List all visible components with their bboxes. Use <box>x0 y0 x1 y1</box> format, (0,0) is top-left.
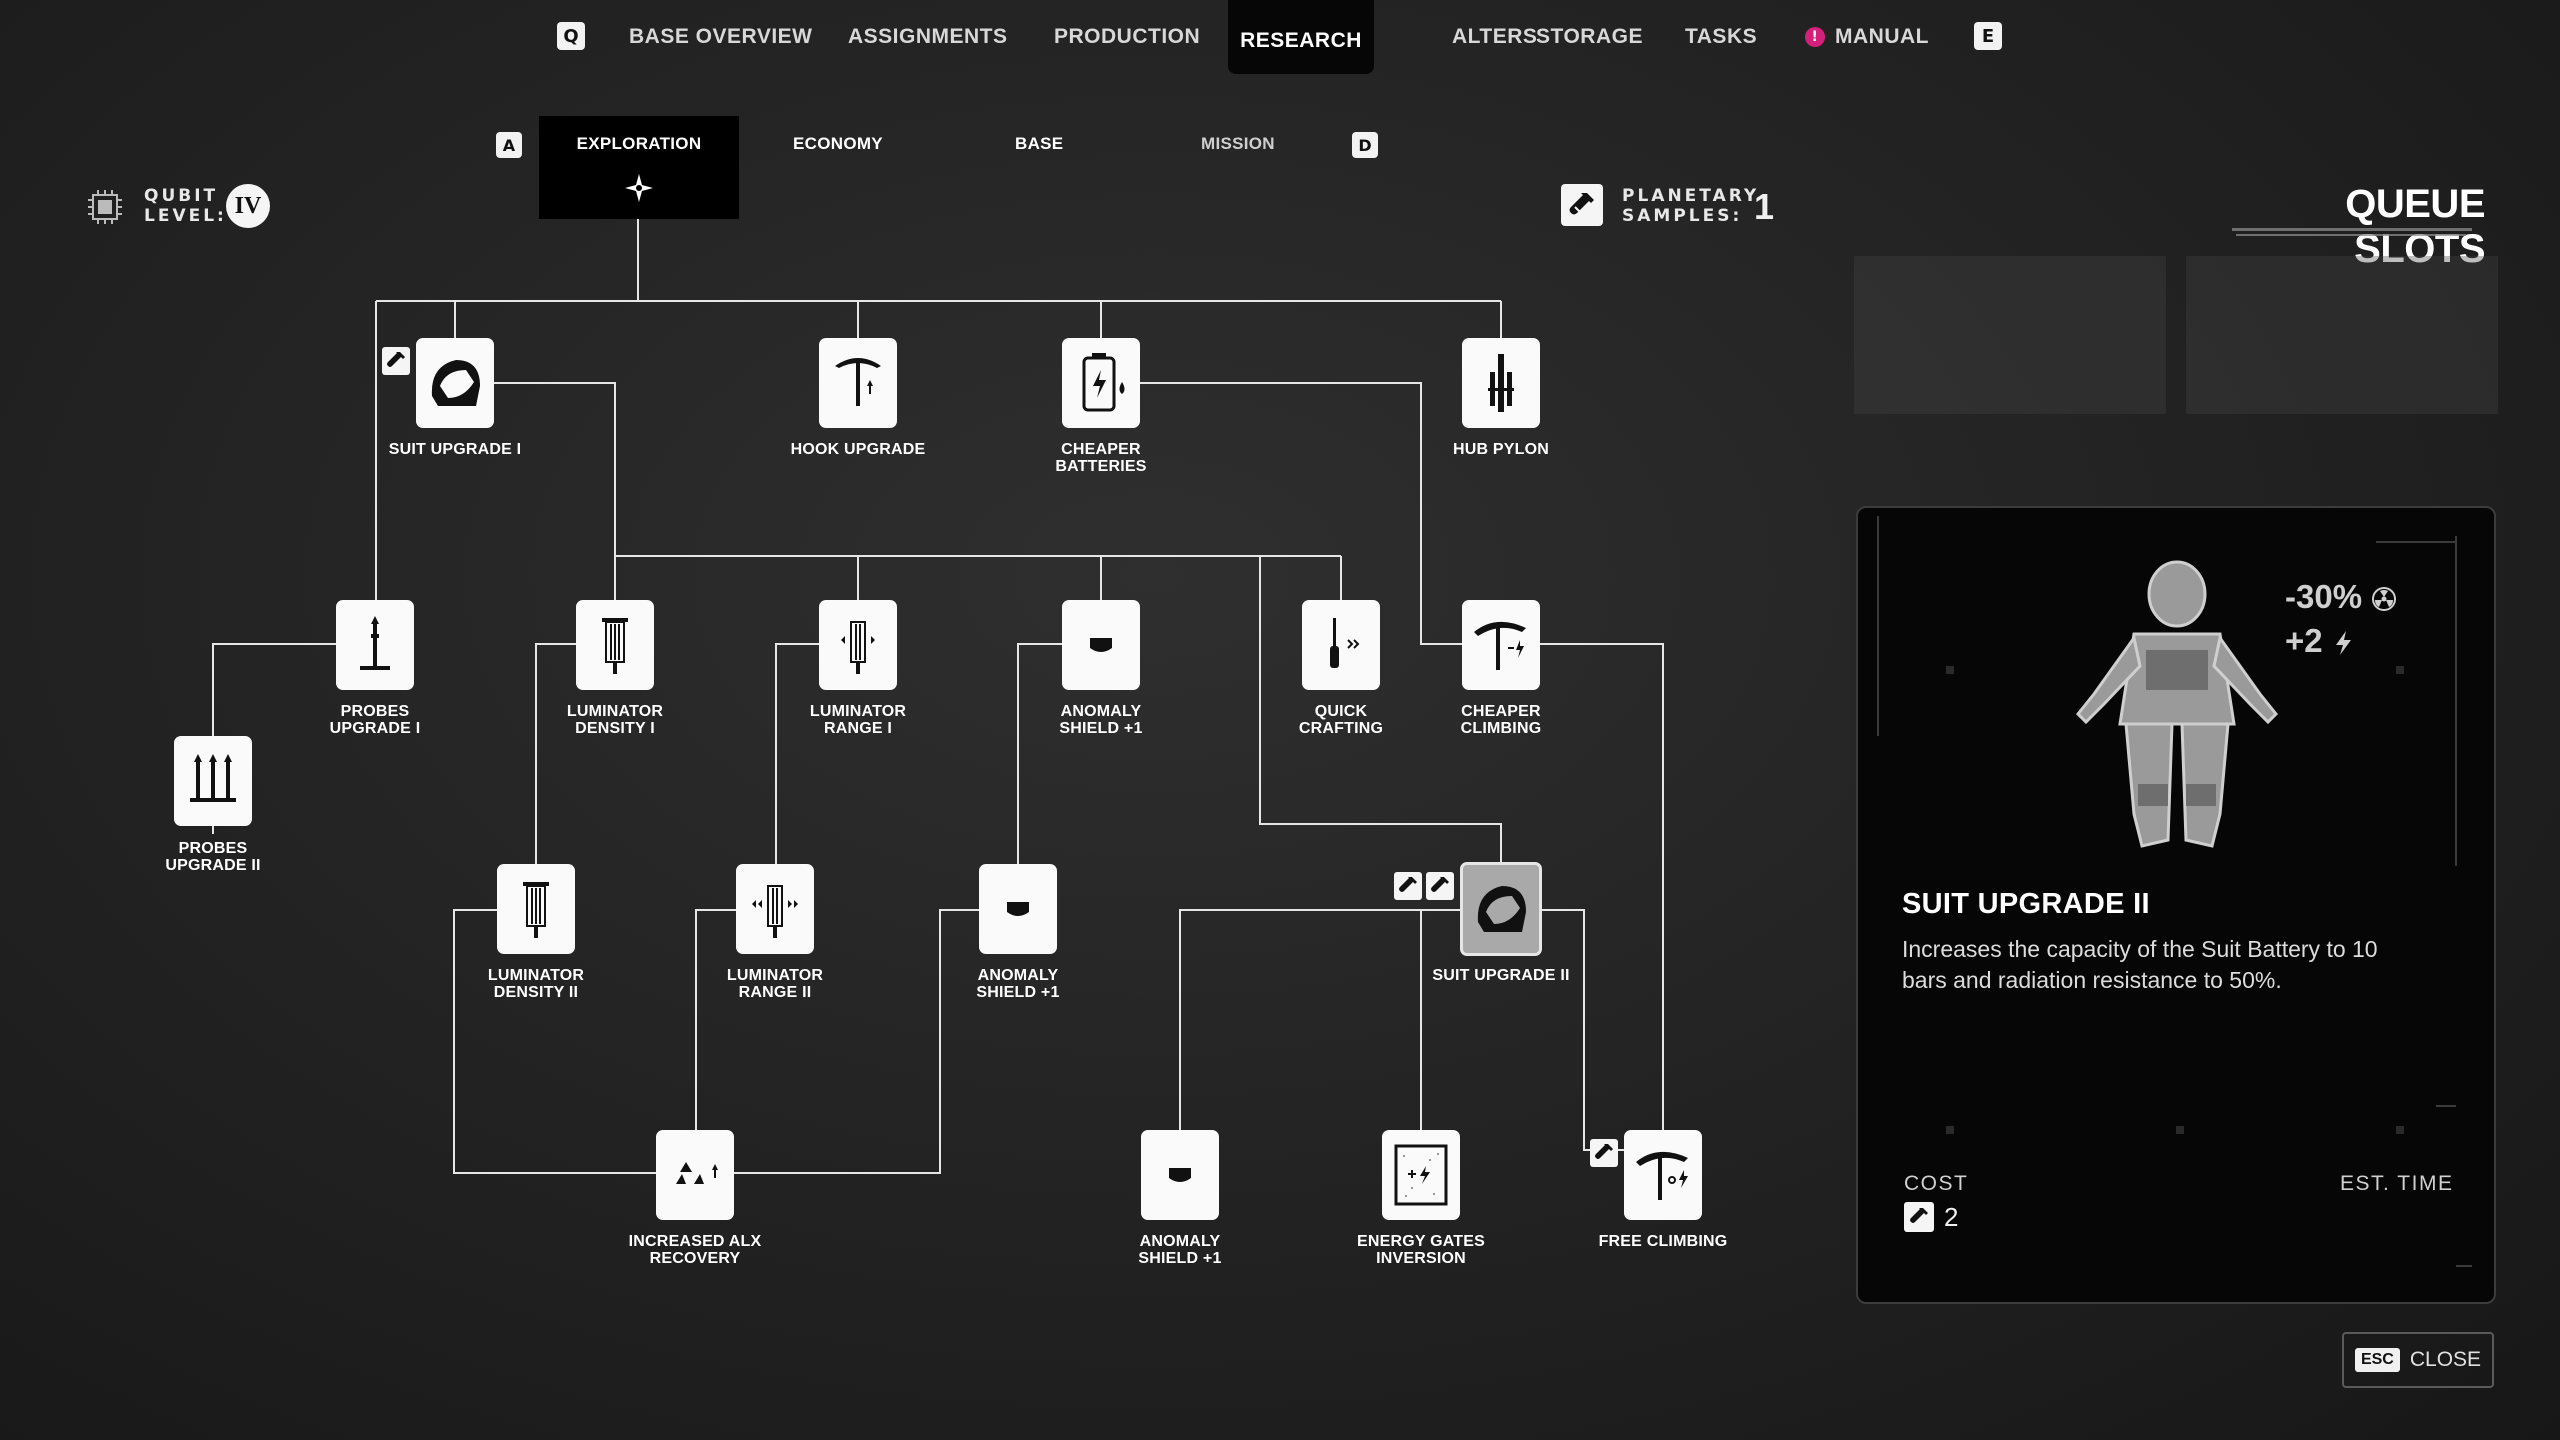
pickaxe-icon <box>1474 621 1526 670</box>
node-label-hook-upgrade: HOOK UPGRADE <box>790 441 926 458</box>
est-time-label: EST. TIME <box>2340 1172 2454 1195</box>
shield-icon <box>1090 638 1112 652</box>
cost-value: 2 <box>1944 1202 1959 1232</box>
alx-icon <box>676 1162 718 1184</box>
node-luminator-density-2[interactable] <box>497 864 575 954</box>
node-label-anomaly-shield-3: ANOMALY SHIELD +1 <box>1138 1233 1222 1267</box>
node-free-climbing[interactable] <box>1624 1130 1702 1220</box>
sample-cost-badge <box>1426 872 1454 900</box>
luminator-range-icon <box>752 885 798 938</box>
node-label-luminator-range-2: LUMINATOR RANGE II <box>726 967 824 1001</box>
energy-gate-icon <box>1394 1144 1448 1206</box>
esc-key-hint: ESC <box>2354 1348 2400 1372</box>
luminator-density-icon <box>602 618 628 674</box>
radiation-stat-value: -30% <box>2285 578 2363 615</box>
node-hub-pylon[interactable] <box>1462 338 1540 428</box>
node-label-cheaper-batteries: CHEAPER BATTERIES <box>1055 441 1147 475</box>
sample-cost-badge <box>382 347 410 375</box>
node-anomaly-shield-3[interactable] <box>1141 1130 1219 1220</box>
battery-stat: +2 <box>2285 622 2354 660</box>
sample-vial-icon <box>1904 1202 1934 1232</box>
pickaxe-bolt-icon <box>1636 1151 1688 1200</box>
node-label-suit-upgrade-2: SUIT UPGRADE II <box>1432 967 1570 984</box>
radiation-icon <box>2372 587 2397 612</box>
shield-icon <box>1007 902 1029 916</box>
node-probes-upgrade-1[interactable] <box>336 600 414 690</box>
node-energy-gates-inversion[interactable] <box>1382 1130 1460 1220</box>
node-increased-alx-recovery[interactable] <box>656 1130 734 1220</box>
node-label-suit-upgrade-1: SUIT UPGRADE I <box>388 441 522 458</box>
cost-label: COST <box>1904 1172 1969 1195</box>
radiation-stat: -30% <box>2285 578 2397 616</box>
node-hook-upgrade[interactable] <box>819 338 897 428</box>
node-label-luminator-range-1: LUMINATOR RANGE I <box>809 703 907 737</box>
sample-cost-badge <box>1590 1139 1618 1167</box>
close-button[interactable]: ESC CLOSE <box>2342 1332 2494 1388</box>
node-probes-upgrade-2[interactable] <box>174 736 252 826</box>
node-luminator-range-1[interactable] <box>819 600 897 690</box>
sample-cost-badge <box>1394 872 1422 900</box>
node-luminator-range-2[interactable] <box>736 864 814 954</box>
research-description: Increases the capacity of the Suit Batte… <box>1902 936 2378 993</box>
pylon-icon <box>1488 354 1514 412</box>
battery-stat-value: +2 <box>2285 622 2323 659</box>
node-anomaly-shield-1[interactable] <box>1062 600 1140 690</box>
bolt-icon <box>2335 631 2351 656</box>
node-label-probes-upgrade-2: PROBES UPGRADE II <box>165 840 261 874</box>
shield-icon <box>1169 1168 1191 1182</box>
node-label-anomaly-shield-2: ANOMALY SHIELD +1 <box>976 967 1060 1001</box>
node-label-anomaly-shield-1: ANOMALY SHIELD +1 <box>1059 703 1143 737</box>
battery-icon <box>1082 353 1125 412</box>
node-label-hub-pylon: HUB PYLON <box>1452 441 1550 458</box>
node-label-energy-gates-inversion: ENERGY GATES INVERSION <box>1356 1233 1486 1267</box>
astronaut-suit-illustration <box>2075 560 2279 848</box>
probes-icon <box>190 754 236 802</box>
screwdriver-icon <box>1330 618 1360 668</box>
node-label-luminator-density-2: LUMINATOR DENSITY II <box>487 967 585 1001</box>
probe-icon <box>360 616 390 670</box>
node-luminator-density-1[interactable] <box>576 600 654 690</box>
node-label-luminator-density-1: LUMINATOR DENSITY I <box>566 703 664 737</box>
node-cheaper-batteries[interactable] <box>1062 338 1140 428</box>
luminator-range-icon <box>841 621 875 674</box>
close-label: CLOSE <box>2409 1348 2482 1371</box>
research-title: SUIT UPGRADE II <box>1902 888 2150 920</box>
node-anomaly-shield-2[interactable] <box>979 864 1057 954</box>
helmet-icon <box>1477 886 1526 932</box>
node-quick-crafting[interactable] <box>1302 600 1380 690</box>
node-label-quick-crafting: QUICK CRAFTING <box>1298 703 1384 737</box>
node-suit-upgrade-1[interactable] <box>416 338 494 428</box>
luminator-density-icon <box>523 882 549 938</box>
node-label-increased-alx-recovery: INCREASED ALX RECOVERY <box>628 1233 762 1267</box>
node-label-free-climbing: FREE CLIMBING <box>1598 1233 1728 1250</box>
node-label-cheaper-climbing: CHEAPER CLIMBING <box>1460 703 1542 737</box>
node-label-probes-upgrade-1: PROBES UPGRADE I <box>329 703 421 737</box>
node-cheaper-climbing[interactable] <box>1462 600 1540 690</box>
helmet-icon <box>431 360 480 406</box>
node-suit-upgrade-2[interactable] <box>1460 862 1542 956</box>
grapple-hook-icon <box>835 358 881 406</box>
